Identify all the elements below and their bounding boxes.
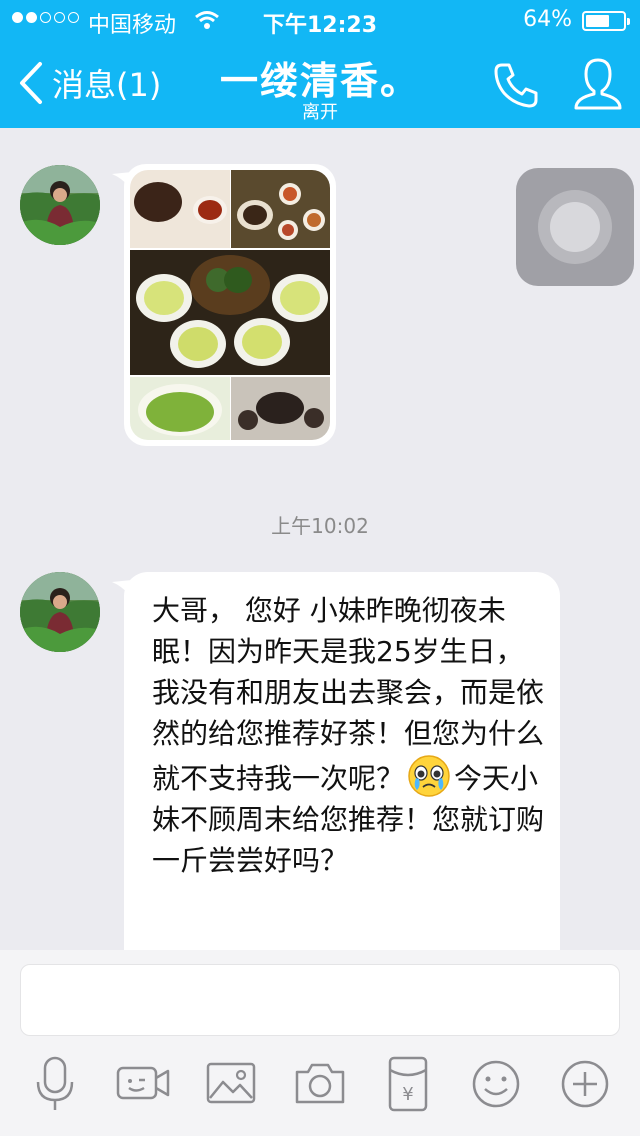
floating-assistive-button[interactable] (516, 168, 634, 286)
battery-icon (582, 11, 630, 31)
sender-avatar[interactable] (20, 572, 100, 652)
emoji-icon[interactable] (468, 1054, 524, 1114)
crying-face-emoji-icon (408, 755, 450, 797)
phone-icon[interactable] (492, 60, 542, 110)
message-timestamp: 上午10:02 (271, 514, 369, 538)
video-icon[interactable] (115, 1054, 171, 1114)
sender-avatar[interactable] (20, 165, 100, 245)
composer: ¥ (0, 950, 640, 1136)
svg-text:¥: ¥ (402, 1084, 413, 1105)
camera-icon[interactable] (292, 1054, 348, 1114)
battery-percent: 64% (523, 7, 572, 32)
image-icon[interactable] (203, 1054, 259, 1114)
header: 中国移动 下午12:23 64% 消息(1) 一缕清香。 离开 (0, 0, 640, 128)
plus-icon[interactable] (557, 1054, 613, 1114)
chat-title: 一缕清香。 (219, 59, 420, 103)
status-bar: 中国移动 下午12:23 64% (0, 0, 640, 40)
text-message-bubble[interactable]: 大哥， 您好 小妹昨晚彻夜未眠！因为昨天是我25岁生日，我没有和朋友出去聚会，而… (124, 572, 560, 952)
chat-screen: 中国移动 下午12:23 64% 消息(1) 一缕清香。 离开 上午10:02 … (0, 0, 640, 1136)
red-packet-icon[interactable]: ¥ (380, 1054, 436, 1114)
message-input[interactable] (20, 964, 620, 1036)
composer-toolbar: ¥ (0, 1054, 640, 1118)
contact-status: 离开 (302, 102, 338, 123)
profile-icon[interactable] (572, 56, 624, 112)
tea-photo-collage[interactable] (130, 170, 330, 440)
message-text: 大哥， 您好 小妹昨晚彻夜未眠！因为昨天是我25岁生日，我没有和朋友出去聚会，而… (152, 590, 544, 881)
microphone-icon[interactable] (27, 1054, 83, 1114)
